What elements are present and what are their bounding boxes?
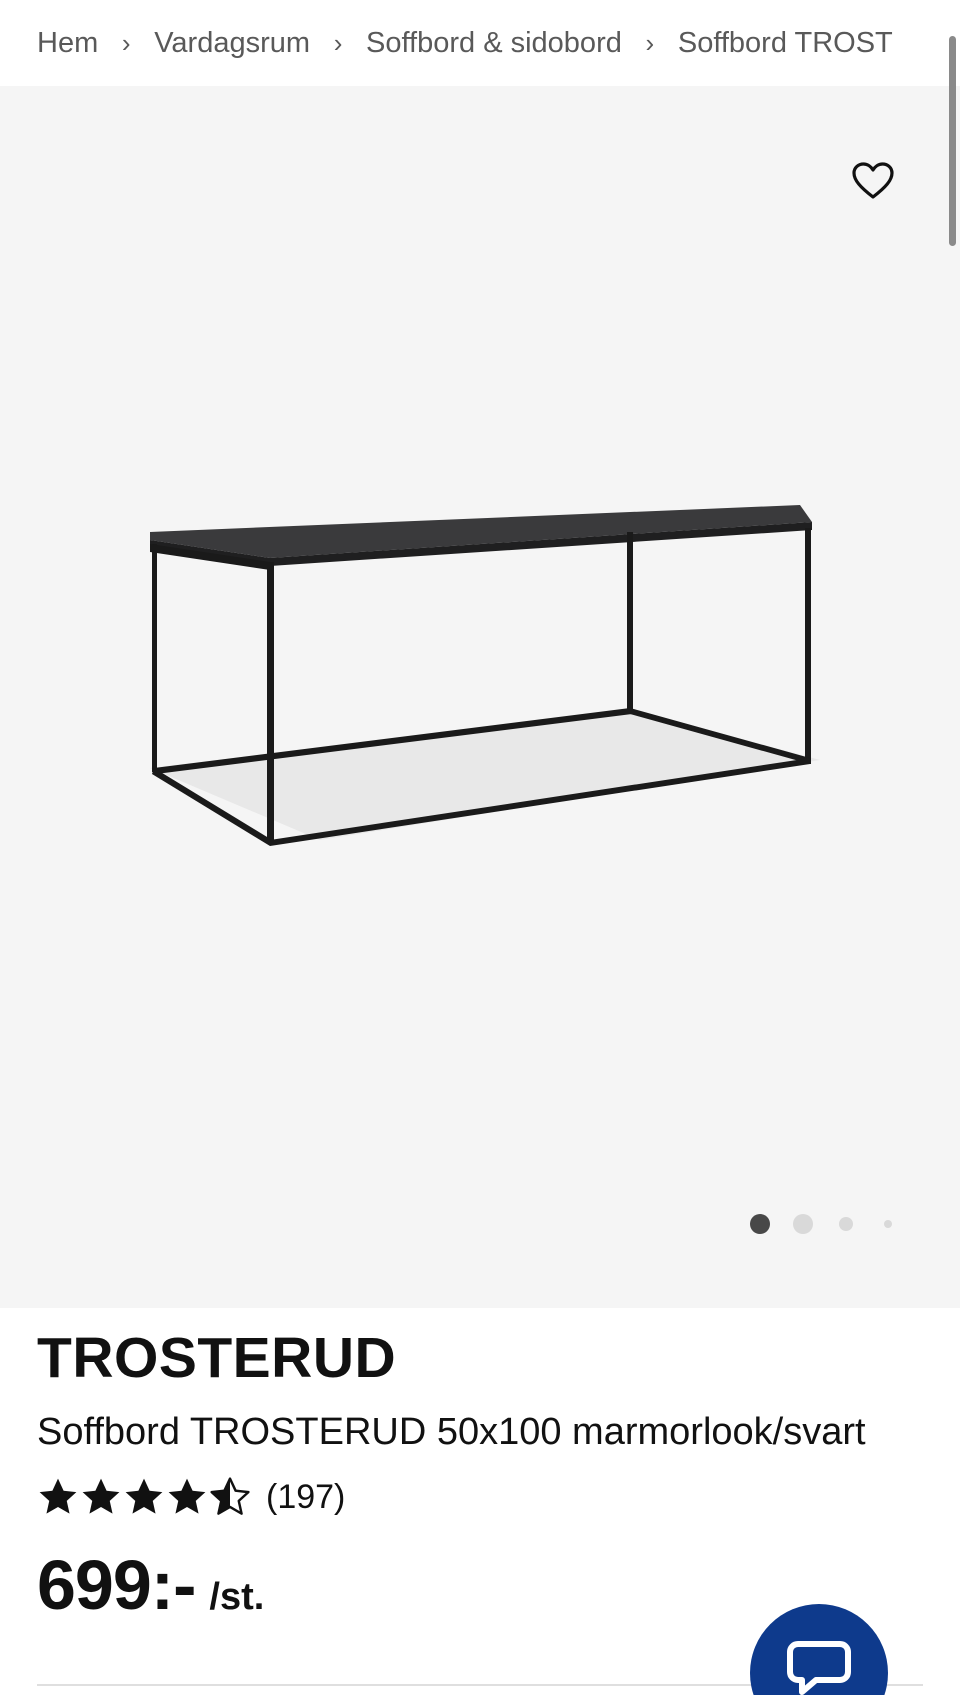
star-full-icon	[39, 1478, 77, 1514]
product-page: Hem › Vardagsrum › Soffbord & sidobord ›…	[0, 0, 960, 1695]
product-name: TROSTERUD	[37, 1326, 397, 1390]
chat-button[interactable]	[750, 1604, 888, 1695]
product-rating[interactable]: (197)	[37, 1476, 345, 1518]
review-count[interactable]: (197)	[266, 1480, 345, 1514]
product-image[interactable]	[140, 500, 820, 900]
breadcrumb-item-home[interactable]: Hem	[37, 27, 98, 60]
favorite-button[interactable]	[848, 156, 898, 206]
star-full-icon	[125, 1478, 163, 1514]
star-half-icon	[210, 1477, 250, 1515]
price-amount: 699:-	[37, 1546, 196, 1624]
carousel-indicator	[750, 1214, 915, 1234]
product-description: Soffbord TROSTERUD 50x100 marmorlook/sva…	[37, 1411, 866, 1453]
star-full-icon	[168, 1478, 206, 1514]
breadcrumb-separator-icon: ›	[333, 27, 343, 58]
breadcrumb: Hem › Vardagsrum › Soffbord & sidobord ›…	[0, 0, 945, 86]
carousel-dot-4[interactable]	[884, 1220, 892, 1228]
breadcrumb-item-living-room[interactable]: Vardagsrum	[154, 27, 310, 60]
page-scrollbar[interactable]	[949, 36, 956, 246]
carousel-dot-2[interactable]	[793, 1214, 813, 1234]
chat-bubble-icon	[787, 1641, 851, 1695]
breadcrumb-separator-icon: ›	[645, 27, 655, 58]
breadcrumb-item-current[interactable]: Soffbord TROST	[678, 27, 893, 60]
product-price: 699:- /st.	[37, 1550, 264, 1620]
product-image-gallery[interactable]	[0, 86, 960, 1308]
heart-outline-icon	[852, 162, 894, 199]
breadcrumb-item-coffee-side-tables[interactable]: Soffbord & sidobord	[366, 27, 622, 60]
price-unit: /st.	[209, 1576, 265, 1618]
carousel-dot-3[interactable]	[839, 1217, 853, 1231]
carousel-dot-1[interactable]	[750, 1214, 770, 1234]
rating-stars	[37, 1476, 252, 1518]
breadcrumb-separator-icon: ›	[121, 27, 131, 58]
star-full-icon	[82, 1478, 120, 1514]
